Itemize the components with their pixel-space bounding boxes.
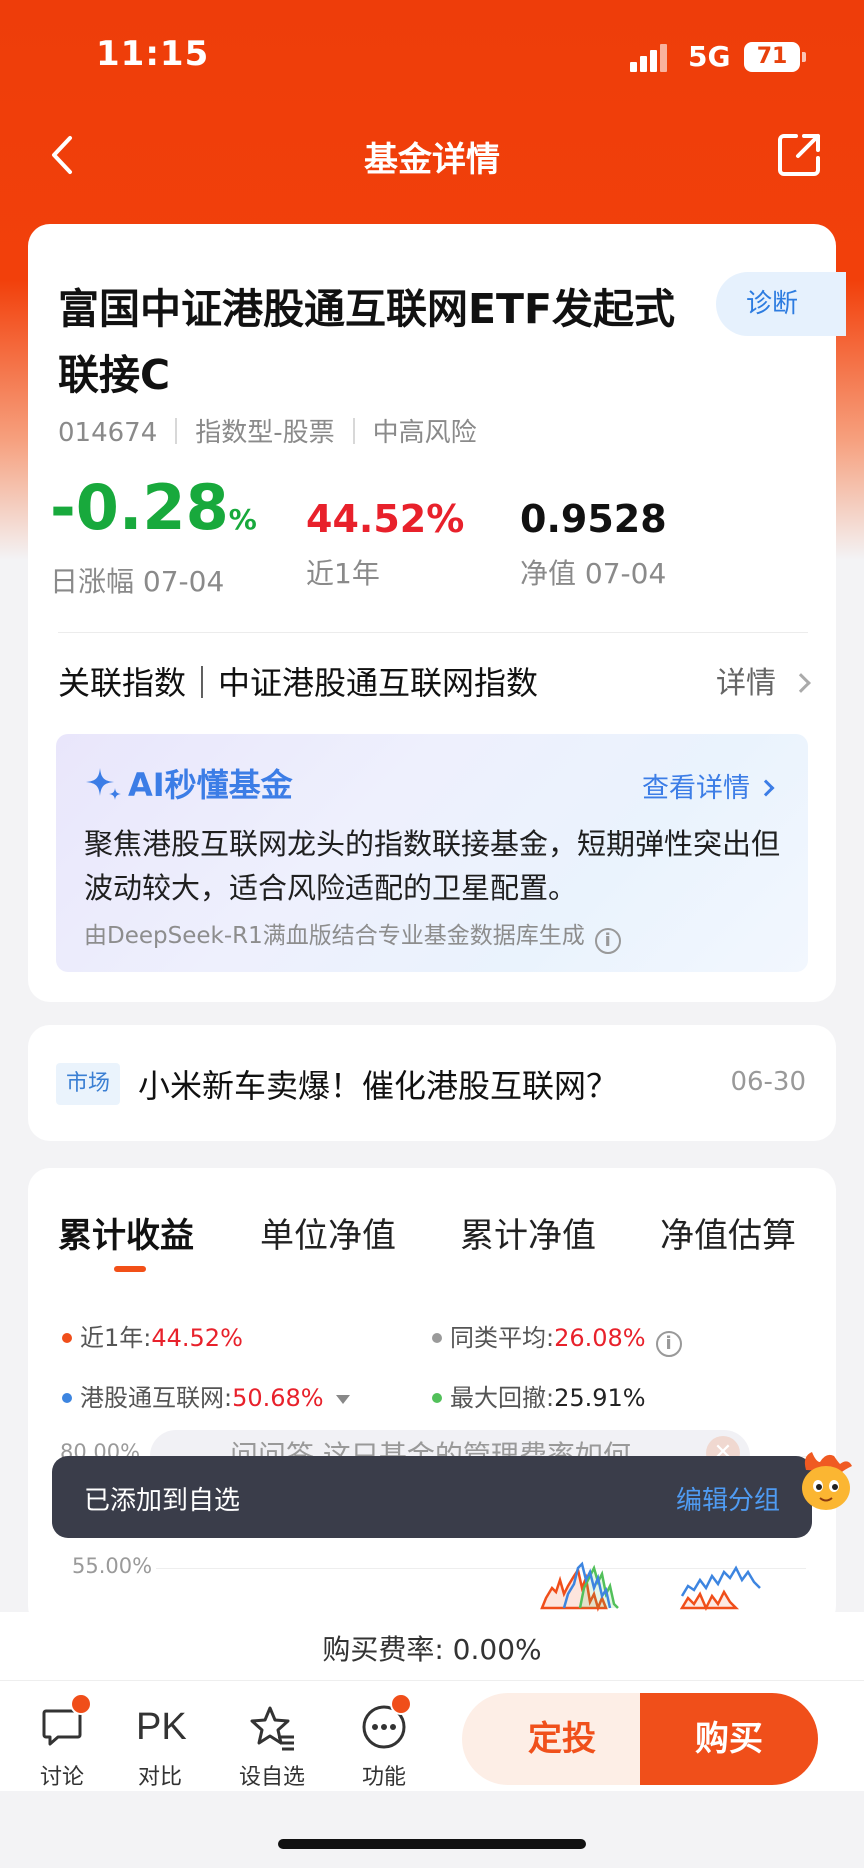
discuss-label: 讨论 (39, 1765, 84, 1790)
add-watchlist-button[interactable]: 设自选 (232, 1703, 312, 1791)
ai-summary-text: 聚焦港股互联网龙头的指数联接基金，短期弹性突出但波动较大，适合风险适配的卫星配置… (84, 827, 781, 905)
news-date: 06-30 (730, 1067, 806, 1097)
share-icon[interactable] (776, 130, 824, 178)
fund-info-card: 富国中证港股通互联网ETF发起式联接C 诊断 014674 指数型-股票 中高风险 … (28, 224, 846, 1002)
info-icon[interactable]: i (594, 928, 621, 954)
compare-label: 对比 (137, 1765, 182, 1790)
features-label: 功能 (361, 1765, 406, 1790)
assistant-mascot-icon[interactable] (798, 1448, 856, 1514)
news-title: 小米新车卖爆！催化港股互联网？ (138, 1067, 619, 1105)
performance-chart-card: 累计收益 单位净值 累计净值 净值估算 近1年:44.52% 同类平均:26.0… (28, 1168, 836, 1628)
battery-icon: 71 (744, 42, 800, 72)
card-divider (58, 632, 808, 633)
pk-icon: PK (136, 1706, 187, 1748)
more-dots-icon (360, 1693, 412, 1751)
notification-badge (70, 1693, 92, 1715)
chart-plot-area (540, 1561, 761, 1612)
compare-button[interactable]: PK 对比 (120, 1703, 200, 1791)
diagnose-button[interactable]: 诊断 (716, 272, 846, 336)
watchlist-label: 设自选 (238, 1765, 305, 1790)
related-index-detail[interactable]: 详情 (716, 658, 811, 702)
fee-bar: 购买费率: 0.00% (0, 1612, 864, 1680)
nav-bar: 基金详情 (0, 120, 864, 190)
features-button[interactable]: 功能 (344, 1693, 424, 1791)
chevron-right-icon (791, 673, 811, 693)
ai-summary-title: AI秒懂基金 (84, 760, 293, 806)
ai-view-details-link[interactable]: 查看详情 (642, 766, 775, 805)
purchase-fee-text: 购买费率: 0.00% (322, 1633, 542, 1666)
year-return-value: 44.52% (306, 497, 465, 541)
notification-badge (390, 1693, 412, 1715)
nav-value: 0.9528 (520, 497, 667, 541)
year-return-metric: 44.52% 近1年 (306, 496, 464, 592)
chat-bubble-icon (38, 1693, 92, 1751)
status-time: 11:15 (96, 34, 210, 74)
sparkle-icon (86, 768, 121, 800)
meta-divider (352, 418, 355, 444)
fund-name: 富国中证港股通互联网ETF发起式联接C (58, 285, 675, 399)
daily-change-value: -0.28% (50, 471, 257, 544)
discuss-button[interactable]: 讨论 (22, 1693, 102, 1791)
toast-text: 已添加到自选 (84, 1486, 241, 1516)
buy-button[interactable]: 购买 (640, 1693, 818, 1785)
edit-group-link[interactable]: 编辑分组 (676, 1480, 780, 1517)
bottom-action-bar: 讨论 PK 对比 设自选 功能 定投 购买 (0, 1681, 864, 1791)
signal-icon (630, 44, 674, 72)
nav-metric: 0.9528 净值 07-04 (520, 496, 667, 592)
page-title: 基金详情 (364, 140, 500, 180)
fund-risk: 中高风险 (372, 418, 477, 448)
nav-label: 净值 07-04 (520, 557, 667, 590)
daily-change-metric: -0.28% 日涨幅 07-04 (50, 474, 257, 600)
network-type: 5G (688, 40, 731, 73)
fund-meta: 014674 指数型-股票 中高风险 (58, 412, 477, 449)
sip-button[interactable]: 定投 (462, 1693, 662, 1785)
fund-code: 014674 (58, 418, 158, 448)
related-index-row[interactable]: 关联指数｜中证港股通互联网指数 详情 (58, 658, 811, 708)
meta-divider (175, 418, 178, 444)
daily-change-label: 日涨幅 07-04 (50, 565, 225, 598)
ai-summary-box[interactable]: AI秒懂基金 查看详情 聚焦港股互联网龙头的指数联接基金，短期弹性突出但波动较大… (56, 734, 808, 972)
battery-cap (802, 52, 806, 62)
chevron-right-icon (757, 779, 775, 797)
ai-source-note: 由DeepSeek-R1满血版结合专业基金数据库生成 i (84, 916, 621, 954)
news-tag: 市场 (56, 1063, 121, 1105)
home-indicator[interactable] (278, 1839, 586, 1849)
related-index-text: 关联指数｜中证港股通互联网指数 (58, 664, 539, 702)
status-bar: 11:15 5G 71 (0, 0, 864, 110)
year-return-label: 近1年 (306, 557, 380, 590)
fund-type: 指数型-股票 (195, 418, 335, 448)
news-card[interactable]: 市场 小米新车卖爆！催化港股互联网？ 06-30 (28, 1025, 836, 1141)
toast-notification: 已添加到自选 编辑分组 (52, 1456, 812, 1538)
home-indicator-area (0, 1791, 864, 1868)
star-list-icon (248, 1703, 296, 1751)
